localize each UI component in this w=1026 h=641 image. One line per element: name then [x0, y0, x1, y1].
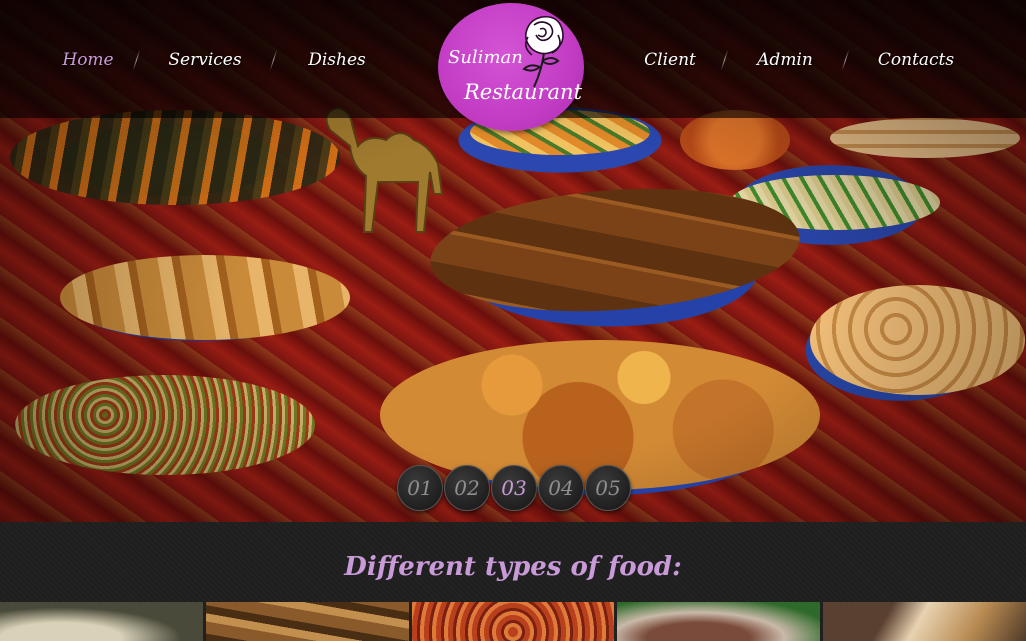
- main-nav-right: Client Admin Contacts: [616, 46, 986, 74]
- restaurant-logo[interactable]: Suliman Restaurant: [438, 3, 584, 131]
- pastry-plate: [830, 118, 1020, 158]
- baklava-plate: [426, 177, 804, 323]
- logo-text-restaurant: Restaurant: [464, 80, 583, 104]
- food-thumbnail[interactable]: [823, 602, 1026, 641]
- section-title: Different types of food:: [344, 552, 682, 582]
- tabbouleh-plate: [15, 375, 315, 475]
- food-thumbnails: [0, 602, 1026, 641]
- nav-client[interactable]: Client: [616, 50, 724, 70]
- nav-contacts[interactable]: Contacts: [846, 50, 986, 70]
- page: Home Services Dishes Client Admin Contac…: [0, 0, 1026, 641]
- slide-page-button[interactable]: 01: [397, 465, 443, 511]
- food-thumbnail[interactable]: [617, 602, 821, 641]
- nav-admin[interactable]: Admin: [725, 50, 845, 70]
- pies-plate: [810, 285, 1025, 395]
- nav-dishes[interactable]: Dishes: [274, 50, 400, 70]
- ceramic-pot: [680, 110, 790, 170]
- food-thumbnail[interactable]: [205, 602, 409, 641]
- rolls-plate: [60, 255, 350, 340]
- slide-page-button[interactable]: 02: [444, 465, 490, 511]
- food-thumbnail[interactable]: [0, 602, 203, 641]
- slide-page-button-active[interactable]: 03: [491, 465, 537, 511]
- food-types-section: Different types of food:: [0, 522, 1026, 641]
- food-thumbnail[interactable]: [411, 602, 615, 641]
- slide-page-button[interactable]: 05: [585, 465, 631, 511]
- main-nav-left: Home Services Dishes: [40, 46, 400, 74]
- nav-services[interactable]: Services: [137, 50, 273, 70]
- stuffed-vine-leaves-plate: [10, 110, 340, 205]
- logo-text-suliman: Suliman: [448, 47, 523, 68]
- slide-page-button[interactable]: 04: [538, 465, 584, 511]
- nav-home[interactable]: Home: [40, 50, 136, 70]
- slider-pager: 01 02 03 04 05: [397, 465, 631, 511]
